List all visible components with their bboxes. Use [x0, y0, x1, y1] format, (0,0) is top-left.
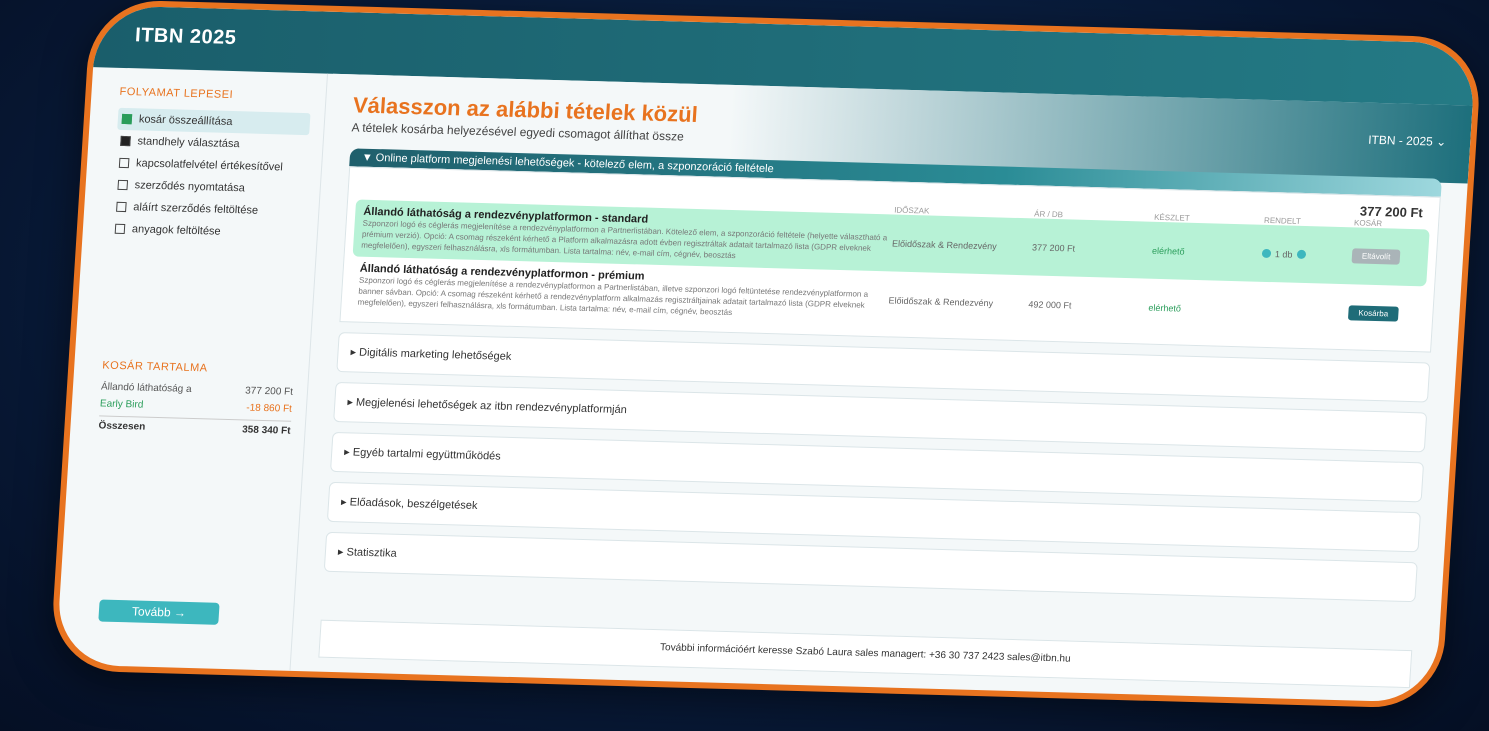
checkbox-icon: [118, 157, 130, 169]
step-item[interactable]: anyagok feltöltése: [110, 218, 303, 245]
app-window: ITBN 2025 ITBN - 2025 ⌄ FOLYAMAT LEPESEI…: [49, 0, 1483, 709]
step-label: szerződés nyomtatása: [134, 179, 246, 195]
checkbox-icon: [121, 113, 133, 125]
total-value: 358 340 Ft: [241, 424, 291, 437]
cart-total: Összesen 358 340 Ft: [98, 415, 292, 437]
item-stock: elérhető: [1148, 302, 1182, 314]
cart-item-value: 377 200 Ft: [244, 385, 294, 398]
sidebar: FOLYAMAT LEPESEI kosár összeállítása sta…: [55, 67, 329, 671]
checkbox-icon: [116, 201, 127, 213]
cart-row: Early Bird -18 860 Ft: [100, 398, 293, 414]
add-to-cart-button[interactable]: Kosárba: [1347, 305, 1399, 322]
step-label: standhely választása: [137, 135, 240, 151]
checkbox-icon: [114, 223, 126, 235]
checkbox-icon: [120, 135, 131, 147]
cart-item-value: -18 860 Ft: [245, 402, 293, 415]
quantity-stepper[interactable]: 1 db: [1261, 248, 1353, 260]
item-ordered: [1258, 310, 1348, 313]
step-label: kosár összeállítása: [138, 113, 233, 129]
app-title: ITBN 2025: [134, 24, 238, 50]
next-button[interactable]: Tovább →: [98, 599, 220, 625]
item-price: 377 200 Ft: [1031, 241, 1076, 254]
steps-title: FOLYAMAT LEPESEI: [119, 85, 234, 102]
main-content: Válasszon az alábbi tételek közül A téte…: [323, 92, 1446, 603]
item-period: Előidőszak & Rendezvény: [888, 294, 994, 308]
item-stock: elérhető: [1151, 245, 1185, 257]
cart-title: KOSÁR TARTALMA: [101, 359, 208, 375]
footer-contact: További információért keresse Szabó Laur…: [318, 619, 1413, 689]
step-label: anyagok feltöltése: [131, 223, 221, 238]
item-period: Előidőszak & Rendezvény: [891, 237, 997, 251]
cart-item-name: Állandó láthatóság a: [100, 381, 192, 395]
remove-button[interactable]: Eltávolít: [1351, 248, 1401, 265]
item-ordered: 1 db: [1274, 248, 1293, 260]
items-panel: 377 200 Ft IDŐSZAK ÁR / DB KÉSZLET RENDE…: [339, 166, 1441, 353]
cart-summary: KOSÁR TARTALMA Állandó láthatóság a 377 2…: [98, 359, 294, 437]
plus-icon[interactable]: [1296, 249, 1306, 260]
checkbox-icon: [117, 179, 129, 191]
step-label: kapcsolatfelvétel értékesítővel: [135, 157, 284, 174]
cart-row: Állandó láthatóság a 377 200 Ft: [101, 381, 294, 397]
minus-icon[interactable]: [1261, 248, 1272, 259]
cart-item-name: Early Bird: [99, 398, 144, 411]
total-label: Összesen: [98, 420, 146, 433]
step-label: aláírt szerződés feltöltése: [132, 201, 259, 217]
item-price: 492 000 Ft: [1028, 298, 1072, 311]
col-header: KOSÁR: [1353, 218, 1383, 229]
